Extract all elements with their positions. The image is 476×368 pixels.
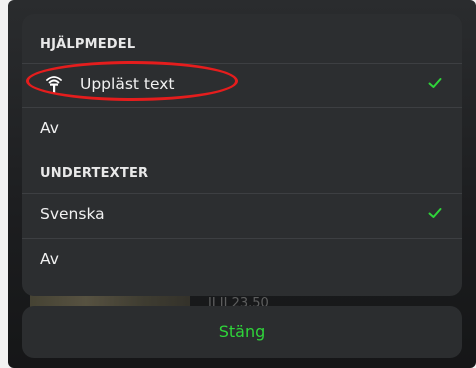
option-label: Svenska: [40, 205, 105, 223]
option-uppläst-text[interactable]: Uppläst text: [22, 64, 462, 106]
audio-description-icon: [46, 76, 62, 93]
checkmark-icon: [428, 78, 442, 88]
section-header-undertexter: UNDERTEXTER: [40, 166, 149, 181]
option-av-undertexter[interactable]: Av: [22, 239, 462, 281]
close-button[interactable]: Stäng: [22, 306, 462, 358]
option-svenska[interactable]: Svenska: [22, 194, 462, 236]
option-av-hjalpmedel[interactable]: Av: [22, 108, 462, 150]
section-header-hjalpmedel: HJÄLPMEDEL: [40, 37, 136, 52]
audio-subtitle-sheet: HJÄLPMEDEL Uppläst text Av UNDERTEXTER S…: [22, 14, 462, 296]
option-label: Av: [40, 250, 59, 268]
checkmark-icon: [428, 208, 442, 218]
option-label: Uppläst text: [80, 75, 175, 93]
option-label: Av: [40, 119, 59, 137]
